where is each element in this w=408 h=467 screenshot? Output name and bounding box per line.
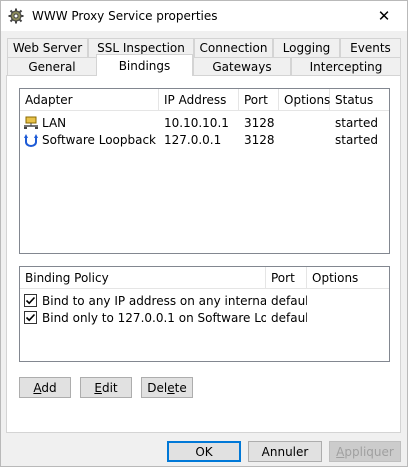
label-rest: te — [174, 380, 187, 395]
options-cell — [279, 131, 330, 148]
lan-adapter-icon — [24, 116, 38, 129]
properties-dialog: WWW Proxy Service properties ✕ Web Serve… — [0, 0, 408, 467]
adapter-name: LAN — [42, 115, 67, 130]
ip-address-cell: 127.0.0.1 — [164, 132, 222, 147]
column-header-options[interactable]: Options — [279, 89, 330, 111]
ok-button[interactable]: OK — [167, 441, 241, 462]
tab-bindings[interactable]: Bindings — [96, 54, 193, 76]
column-header-adapter[interactable]: Adapter — [20, 89, 159, 111]
options-cell — [307, 292, 391, 309]
policy-cell: Bind only to 127.0.0.1 on Software Loopb… — [20, 309, 266, 326]
adapter-cell: Software Loopback In... — [20, 131, 159, 148]
window-title: WWW Proxy Service properties — [32, 9, 218, 23]
port-cell: default — [271, 310, 307, 325]
tab-connection[interactable]: Connection — [194, 38, 273, 57]
delete-button[interactable]: Delete — [141, 377, 193, 398]
mnemonic: E — [94, 380, 102, 395]
label-rest: ppliquer — [344, 444, 394, 459]
column-header-options[interactable]: Options — [307, 267, 391, 289]
table-row[interactable]: LAN 10.10.10.1 3128 started — [20, 114, 389, 131]
table-row[interactable]: Bind only to 127.0.0.1 on Software Loopb… — [20, 309, 389, 326]
binding-policy-list[interactable]: Binding Policy Port Options Bind to any … — [19, 266, 390, 362]
label-pre: Del — [147, 380, 168, 395]
column-header-status[interactable]: Status — [330, 89, 390, 111]
tab-events[interactable]: Events — [340, 38, 401, 57]
label-rest: dit — [101, 380, 118, 395]
tab-label: Bindings — [118, 58, 171, 73]
options-cell — [307, 309, 391, 326]
close-icon: ✕ — [377, 7, 391, 25]
apply-button[interactable]: Appliquer — [329, 441, 401, 462]
delete-label: Delete — [147, 381, 186, 395]
adapters-list[interactable]: Adapter IP Address Port Options Status L… — [19, 88, 390, 254]
status-cell: started — [335, 115, 378, 130]
policy-list-header: Binding Policy Port Options — [20, 267, 389, 289]
column-header-binding-policy[interactable]: Binding Policy — [20, 267, 266, 289]
checkmark-icon — [25, 296, 36, 305]
cancel-label: Annuler — [261, 444, 309, 459]
table-row[interactable]: Bind to any IP address on any internal a… — [20, 292, 389, 309]
policy-cell: Bind to any IP address on any internal a… — [20, 292, 266, 309]
edit-button[interactable]: Edit — [80, 377, 132, 398]
policy-label: Bind only to 127.0.0.1 on Software Loopb… — [42, 310, 266, 325]
port-cell: default — [271, 293, 307, 308]
label-rest: dd — [41, 380, 57, 395]
cancel-button[interactable]: Annuler — [248, 441, 322, 462]
adapters-list-header: Adapter IP Address Port Options Status — [20, 89, 389, 111]
title-bar: WWW Proxy Service properties ✕ — [1, 1, 407, 31]
tab-label: Gateways — [212, 60, 272, 74]
column-header-port[interactable]: Port — [266, 267, 307, 289]
edit-label: Edit — [94, 381, 117, 395]
policy-checkbox[interactable] — [24, 294, 37, 307]
tab-label: SSL Inspection — [97, 41, 185, 55]
column-header-port[interactable]: Port — [239, 89, 279, 111]
add-label: Add — [33, 381, 56, 395]
status-cell: started — [335, 132, 378, 147]
policy-label: Bind to any IP address on any internal a… — [42, 293, 266, 308]
tab-intercepting[interactable]: Intercepting — [291, 57, 401, 76]
port-cell: 3128 — [244, 115, 275, 130]
gear-icon — [8, 8, 24, 24]
mnemonic: e — [167, 380, 175, 395]
ip-address-cell: 10.10.10.1 — [164, 115, 229, 130]
apply-label: Appliquer — [336, 445, 394, 459]
options-cell — [279, 114, 330, 131]
tab-label: General — [28, 60, 76, 74]
adapter-cell: LAN — [20, 114, 159, 131]
tab-label: Web Server — [12, 41, 83, 55]
tab-general[interactable]: General — [7, 57, 97, 76]
ok-label: OK — [195, 444, 213, 459]
bindings-panel: Adapter IP Address Port Options Status L… — [6, 75, 401, 433]
tab-label: Logging — [282, 41, 331, 55]
add-button[interactable]: Add — [19, 377, 71, 398]
close-button[interactable]: ✕ — [361, 1, 407, 31]
tab-label: Connection — [199, 41, 268, 55]
policy-checkbox[interactable] — [24, 311, 37, 324]
tab-logging[interactable]: Logging — [273, 38, 340, 57]
tab-web-server[interactable]: Web Server — [7, 38, 88, 57]
checkmark-icon — [25, 313, 36, 322]
tab-label: Events — [350, 41, 391, 55]
port-cell: 3128 — [244, 132, 275, 147]
column-header-ip-address[interactable]: IP Address — [159, 89, 239, 111]
loopback-adapter-icon — [24, 133, 38, 147]
tab-gateways[interactable]: Gateways — [193, 57, 291, 76]
adapter-name: Software Loopback In... — [42, 132, 159, 147]
tab-label: Intercepting — [309, 60, 383, 74]
table-row[interactable]: Software Loopback In... 127.0.0.1 3128 s… — [20, 131, 389, 148]
